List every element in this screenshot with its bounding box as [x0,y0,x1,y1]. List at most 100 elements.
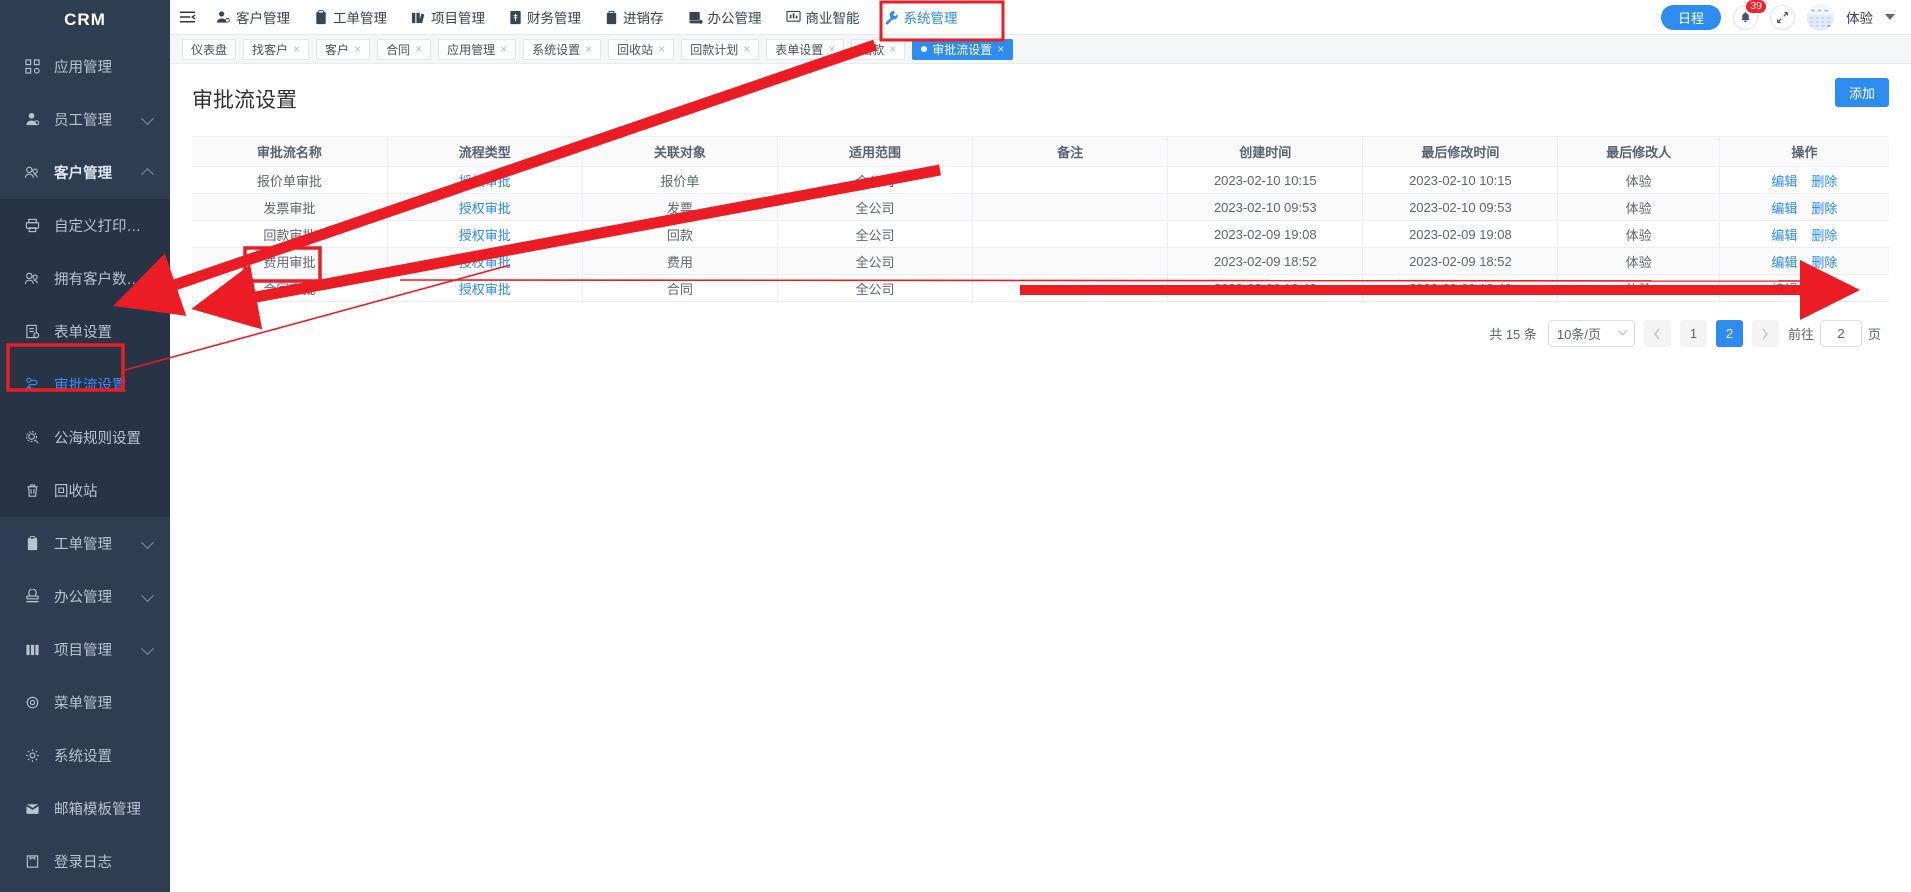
sidebar-item-客户管理[interactable]: 客户管理 [0,146,170,199]
close-icon[interactable]: × [500,43,507,55]
delete-link[interactable]: 删除 [1811,255,1837,270]
cell-type-link[interactable]: 授权审批 [459,282,511,297]
close-icon[interactable]: × [354,43,361,55]
hamburger-icon[interactable] [170,10,204,24]
table-row[interactable]: 发票审批 授权审批 发票 全公司 2023-02-10 09:53 2023-0… [192,194,1889,221]
sidebar-item-工单管理[interactable]: 工单管理 [0,517,170,570]
page-button-2[interactable]: 2 [1716,320,1743,347]
next-page-button[interactable] [1752,320,1779,347]
topnav-item-工单管理[interactable]: 工单管理 [302,0,399,35]
tab-应用管理[interactable]: 应用管理× [438,39,516,60]
cell-modifier: 体验 [1558,248,1719,275]
sidebar-item-系统设置[interactable]: 系统设置 [0,729,170,782]
page-size-select[interactable]: 10条/页 [1548,320,1635,347]
sidebar-item-label: 回收站 [54,480,98,501]
close-icon[interactable]: × [997,43,1004,55]
tab-合同[interactable]: 合同× [377,39,431,60]
tab-客户[interactable]: 客户× [316,39,370,60]
prev-page-button[interactable] [1644,320,1671,347]
fullscreen-icon [1776,11,1789,24]
top-nav: 客户管理 工单管理 项目管理 财务管理 进销存 [204,0,970,35]
topnav-item-系统管理[interactable]: 系统管理 [872,0,970,35]
main-area: 客户管理 工单管理 项目管理 财务管理 进销存 [170,0,1911,892]
fullscreen-button[interactable] [1770,5,1795,30]
edit-link[interactable]: 编辑 [1771,201,1797,216]
cell-type-link[interactable]: 授权审批 [459,228,511,243]
tab-系统设置[interactable]: 系统设置× [523,39,601,60]
delete-link[interactable]: 删除 [1811,282,1837,297]
tab-label: 找客户 [252,41,288,58]
sidebar-item-员工管理[interactable]: 员工管理 [0,93,170,146]
cell-name: 发票审批 [192,194,387,221]
table-row[interactable]: 合同审批 授权审批 合同 全公司 2023-02-09 18:43 2023-0… [192,275,1889,302]
table-row[interactable]: 费用审批 授权审批 费用 全公司 2023-02-09 18:52 2023-0… [192,248,1889,275]
sidebar-item-审批流设置[interactable]: 审批流设置 [0,358,170,411]
avatar[interactable] [1807,4,1834,31]
delete-link[interactable]: 删除 [1811,228,1837,243]
tab-回收站[interactable]: 回收站× [608,39,674,60]
chevron-up-icon [141,167,154,180]
trash-icon [22,482,42,500]
sidebar-item-项目管理[interactable]: 项目管理 [0,623,170,676]
close-icon[interactable]: × [585,43,592,55]
cell-scope: 全公司 [777,275,972,302]
brand-logo: CRM [0,0,170,40]
add-button[interactable]: 添加 [1835,78,1889,107]
sidebar-item-登录日志[interactable]: 登录日志 [0,835,170,888]
sidebar-item-公海规则设置[interactable]: 公海规则设置 [0,411,170,464]
topnav-item-办公管理[interactable]: 办公管理 [676,0,774,35]
sidebar-item-邮箱模板管理[interactable]: 邮箱模板管理 [0,782,170,835]
close-icon[interactable]: × [828,43,835,55]
topnav-item-商业智能[interactable]: 商业智能 [774,0,872,35]
flow-icon [22,376,42,394]
topnav-item-客户管理[interactable]: 客户管理 [204,0,302,35]
tab-仪表盘[interactable]: 仪表盘 [182,39,236,60]
cell-type-link[interactable]: 授权审批 [459,174,511,189]
column-header-object: 关联对象 [582,137,777,167]
schedule-button[interactable]: 日程 [1661,5,1721,30]
tab-表单设置[interactable]: 表单设置× [766,39,844,60]
cell-name: 合同审批 [192,275,387,302]
sidebar-item-label: 自定义打印… [54,215,141,236]
cell-type-link[interactable]: 授权审批 [459,255,511,270]
pagination-total: 共 15 条 [1489,324,1537,343]
column-header-operations: 操作 [1719,137,1889,167]
clipboard-icon [22,535,42,553]
edit-link[interactable]: 编辑 [1771,174,1797,189]
tab-回款[interactable]: 回款× [851,39,905,60]
sidebar-item-表单设置[interactable]: 表单设置 [0,305,170,358]
close-icon[interactable]: × [658,43,665,55]
sidebar-menu: 应用管理 员工管理 客户管理 自定义打印… 拥有客户数… [0,40,170,892]
edit-link[interactable]: 编辑 [1771,255,1797,270]
cell-type-link[interactable]: 授权审批 [459,201,511,216]
delete-link[interactable]: 删除 [1811,174,1837,189]
close-icon[interactable]: × [293,43,300,55]
cell-modifier: 体验 [1558,194,1719,221]
topnav-item-财务管理[interactable]: 财务管理 [497,0,593,35]
edit-link[interactable]: 编辑 [1771,282,1797,297]
sidebar-item-办公管理[interactable]: 办公管理 [0,570,170,623]
jump-input[interactable] [1820,320,1862,347]
sidebar-item-拥有客户数[interactable]: 拥有客户数… [0,252,170,305]
close-icon[interactable]: × [743,43,750,55]
cell-created: 2023-02-10 10:15 [1168,167,1363,194]
edit-link[interactable]: 编辑 [1771,228,1797,243]
customer-icon [216,10,231,25]
notification-button[interactable]: 39 [1733,5,1758,30]
table-row[interactable]: 报价单审批 授权审批 报价单 全公司 2023-02-10 10:15 2023… [192,167,1889,194]
table-row[interactable]: 回款审批 授权审批 回款 全公司 2023-02-09 19:08 2023-0… [192,221,1889,248]
close-icon[interactable]: × [415,43,422,55]
tab-找客户[interactable]: 找客户 × [243,39,309,60]
tab-回款计划[interactable]: 回款计划× [681,39,759,60]
sidebar-item-菜单管理[interactable]: 菜单管理 [0,676,170,729]
sidebar-item-回收站[interactable]: 回收站 [0,464,170,517]
topnav-item-项目管理[interactable]: 项目管理 [399,0,497,35]
delete-link[interactable]: 删除 [1811,201,1837,216]
topnav-item-进销存[interactable]: 进销存 [593,0,676,35]
tab-审批流设置[interactable]: 审批流设置× [912,39,1013,60]
page-button-1[interactable]: 1 [1680,320,1707,347]
caret-down-icon[interactable] [1885,14,1895,20]
sidebar-item-自定义打印[interactable]: 自定义打印… [0,199,170,252]
sidebar-item-应用管理[interactable]: 应用管理 [0,40,170,93]
close-icon[interactable]: × [889,43,896,55]
